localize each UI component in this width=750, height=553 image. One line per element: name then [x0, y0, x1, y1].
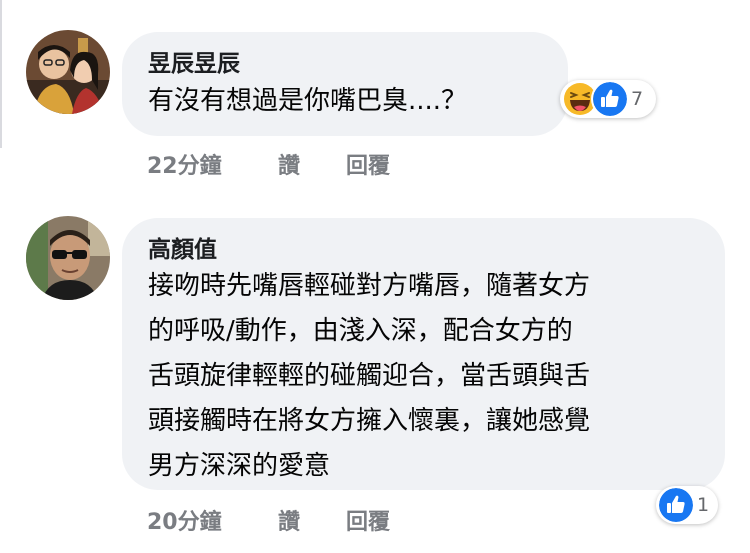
comment-text-line: 男方深深的愛意: [148, 451, 331, 481]
comment-text-line: 的呼吸/動作，由淺入深，配合女方的: [148, 316, 573, 346]
comment-text-line: 舌頭旋律輕輕的碰觸迎合，當舌頭與舌: [148, 361, 591, 391]
comment-timestamp[interactable]: 22分鐘: [147, 148, 222, 180]
like-icon: [659, 488, 693, 522]
comment-thread: 昱辰昱辰 有沒有想過是你嘴巴臭....？ 7 22分鐘 讚 回覆 高顏值 接吻時…: [0, 0, 750, 553]
comment-author[interactable]: 高顏值: [148, 230, 217, 264]
reaction-summary[interactable]: 1: [656, 486, 718, 524]
comment-text-line: 頭接觸時在將女方擁入懷裏，讓她感覺: [148, 406, 591, 436]
comment-bubble: 高顏值 接吻時先嘴唇輕碰對方嘴唇，隨著女方 的呼吸/動作，由淺入深，配合女方的 …: [122, 218, 725, 490]
reply-button[interactable]: 回覆: [346, 504, 390, 536]
reply-button[interactable]: 回覆: [346, 148, 390, 180]
haha-icon: [564, 83, 596, 115]
like-button[interactable]: 讚: [278, 504, 300, 536]
reaction-count: 1: [697, 494, 710, 516]
thread-divider: [0, 0, 2, 148]
comment-text-line: 有沒有想過是你嘴巴臭....？: [148, 86, 468, 116]
avatar[interactable]: [26, 30, 110, 114]
comment-text-line: 接吻時先嘴唇輕碰對方嘴唇，隨著女方: [148, 271, 591, 301]
reaction-count: 7: [631, 88, 644, 110]
reaction-summary[interactable]: 7: [560, 80, 656, 118]
comment-bubble: 昱辰昱辰 有沒有想過是你嘴巴臭....？: [122, 32, 568, 136]
like-icon: [593, 82, 627, 116]
comment-author[interactable]: 昱辰昱辰: [148, 44, 240, 78]
avatar[interactable]: [26, 216, 110, 300]
like-button[interactable]: 讚: [278, 148, 300, 180]
comment-timestamp[interactable]: 20分鐘: [147, 504, 222, 536]
